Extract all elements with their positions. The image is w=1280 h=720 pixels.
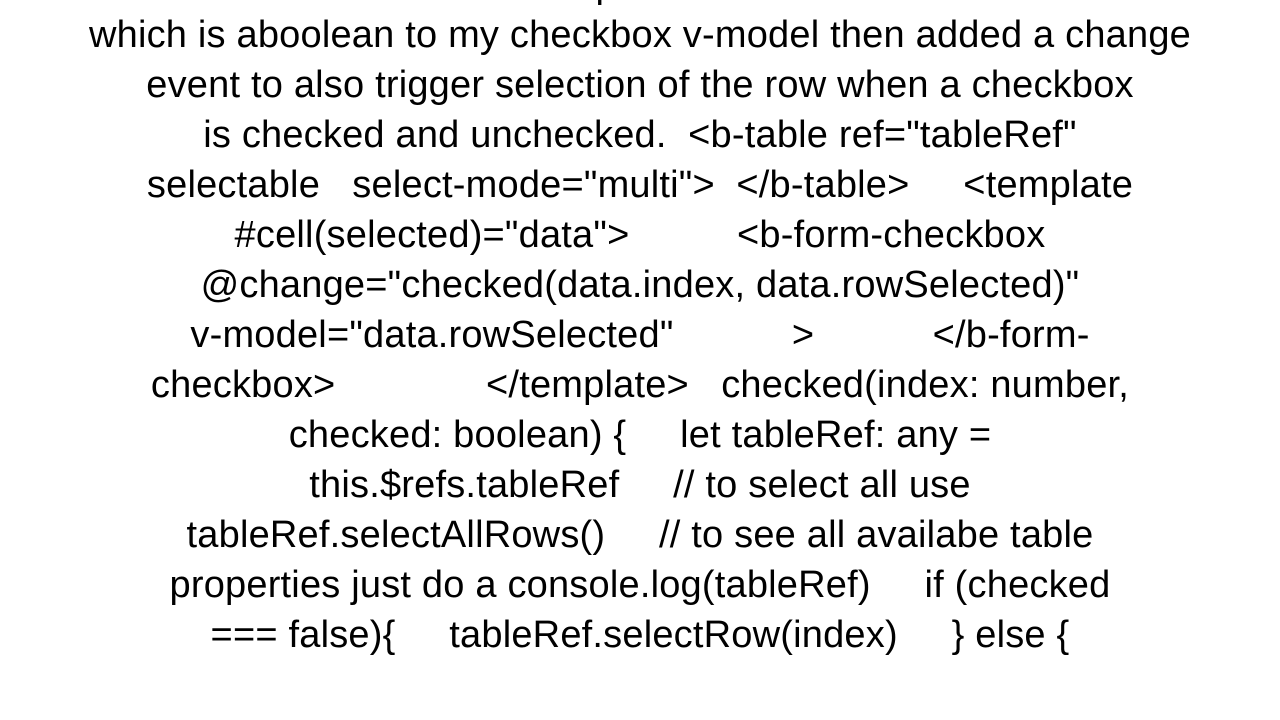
document-body: cell slot. i added a cell scoped slot th… [89,0,1191,660]
page: cell slot. i added a cell scoped slot th… [0,0,1280,720]
